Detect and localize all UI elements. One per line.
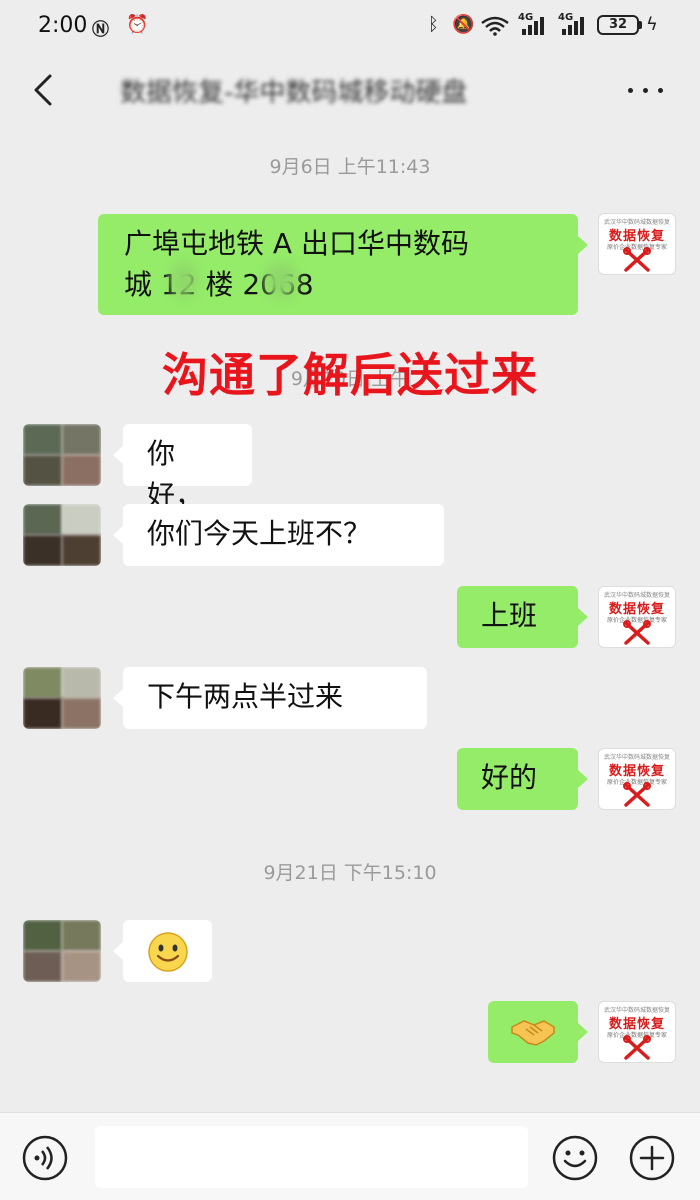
message-bubble-outgoing[interactable]: 上班 <box>457 586 588 648</box>
emoji-icon[interactable] <box>552 1135 598 1181</box>
message-bubble-outgoing[interactable] <box>488 1001 588 1063</box>
back-chevron-left-icon[interactable] <box>24 70 64 110</box>
nfc-icon: Ⓝ <box>92 20 109 40</box>
tools-icon <box>623 620 651 645</box>
contact-avatar[interactable] <box>23 424 101 486</box>
blur-mask <box>264 262 298 298</box>
message-bubble-incoming[interactable] <box>113 920 212 982</box>
message-text: 好的 <box>481 761 538 794</box>
signal-icon-2 <box>562 17 584 35</box>
chat-messages[interactable]: 9月6日 上午11:43 广埠屯地铁 A 出口华中数码 城 12 楼 2068 … <box>0 127 700 1112</box>
timestamp: 9月6日 上午11:43 <box>269 156 431 178</box>
message-input[interactable] <box>95 1126 528 1188</box>
status-time: 2:00 <box>38 13 88 38</box>
message-bubble-outgoing[interactable]: 好的 <box>457 748 588 810</box>
battery-tip <box>639 21 642 29</box>
status-bar: 2:00 Ⓝ ⏰ ᛒ 🔕 4G 4G 32 ϟ <box>0 0 700 52</box>
message-bubble-outgoing[interactable]: 广埠屯地铁 A 出口华中数码 城 12 楼 2068 <box>98 214 588 315</box>
chat-title: 数据恢复-华中数码城移动硬盘 <box>120 78 468 108</box>
message-text: 下午两点半过来 <box>147 680 344 713</box>
battery-icon: 32 <box>597 15 639 35</box>
alarm-icon: ⏰ <box>126 14 149 35</box>
signal-icon <box>522 17 544 35</box>
tools-icon <box>623 1035 651 1060</box>
message-text: 上班 <box>481 599 538 632</box>
chat-header: 数据恢复-华中数码城移动硬盘 <box>0 52 700 127</box>
message-bubble-incoming[interactable]: 你们今天上班不？ <box>113 504 444 566</box>
voice-icon[interactable] <box>22 1135 68 1181</box>
charging-icon: ϟ <box>646 14 658 35</box>
contact-avatar[interactable] <box>23 504 101 566</box>
add-icon[interactable] <box>629 1135 675 1181</box>
mute-icon: 🔕 <box>452 14 475 35</box>
message-text: 你们今天上班不？ <box>147 517 372 550</box>
contact-avatar[interactable] <box>23 667 101 729</box>
tools-icon <box>623 782 651 807</box>
tools-icon <box>623 247 651 272</box>
message-bubble-incoming[interactable]: 下午两点半过来 <box>113 667 427 729</box>
more-icon[interactable] <box>620 72 670 108</box>
bluetooth-icon: ᛒ <box>428 14 439 35</box>
message-text: 你好， <box>147 437 204 512</box>
handshake-emoji-icon <box>511 1020 555 1046</box>
self-avatar[interactable]: 武汉华中数码城数据恢复中心 数据恢复 原价企业数据恢复专家 <box>598 748 676 810</box>
message-text-line: 广埠屯地铁 A 出口华中数码 <box>124 227 469 260</box>
timestamp: 9月21日 下午15:10 <box>263 862 437 884</box>
wifi-icon <box>481 16 509 36</box>
self-avatar[interactable]: 武汉华中数码城数据恢复中心 数据恢复 原价企业数据恢复专家 <box>598 586 676 648</box>
self-avatar[interactable]: 武汉华中数码城数据恢复中心 数据恢复 原价企业数据恢复专家 <box>598 213 676 275</box>
overlay-annotation: 沟通了解后送过来 <box>162 348 538 402</box>
message-bubble-incoming[interactable]: 你好， <box>113 424 252 512</box>
smile-emoji-icon <box>148 932 188 972</box>
contact-avatar[interactable] <box>23 920 101 982</box>
blur-mask <box>170 262 198 298</box>
input-bar <box>0 1112 700 1200</box>
self-avatar[interactable]: 武汉华中数码城数据恢复中心 数据恢复 原价企业数据恢复专家 <box>598 1001 676 1063</box>
